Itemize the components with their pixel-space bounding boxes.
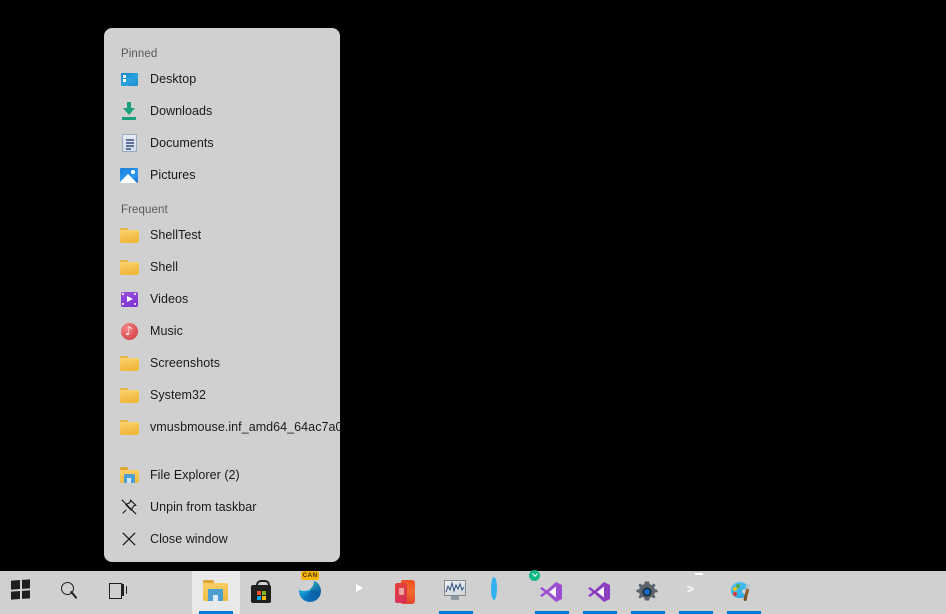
jumplist-item-label: Screenshots	[150, 356, 220, 370]
jumplist-action-label: Close window	[150, 532, 228, 546]
jumplist-item-label: System32	[150, 388, 206, 402]
folder-icon	[118, 384, 140, 406]
paint-icon	[731, 580, 757, 606]
videos-icon	[118, 288, 140, 310]
cortana-button[interactable]	[480, 571, 528, 614]
office-button[interactable]	[384, 571, 432, 614]
folder-icon	[118, 352, 140, 374]
unpin-icon-svg	[120, 498, 138, 516]
jumplist-item-videos[interactable]: Videos	[104, 283, 340, 315]
jumplist-item-label: Videos	[150, 292, 188, 306]
jumplist-actions-list: File Explorer (2) Unpin from taskbar	[104, 459, 340, 555]
pictures-icon	[118, 164, 140, 186]
jumplist-item-vmusbmouse[interactable]: vmusbmouse.inf_amd64_64ac7a0a...	[104, 411, 340, 443]
youtube-button[interactable]	[336, 571, 384, 614]
office-icon	[395, 580, 421, 606]
edge-icon	[155, 580, 181, 606]
edge-canary-button[interactable]: CAN	[288, 571, 336, 614]
jumplist-item-screenshots[interactable]: Screenshots	[104, 347, 340, 379]
unpin-icon	[118, 496, 140, 518]
windows-logo-icon	[11, 580, 37, 606]
youtube-icon	[347, 580, 373, 606]
jumplist-item-label: ShellTest	[150, 228, 201, 242]
search-button[interactable]	[48, 571, 96, 614]
folder-icon	[118, 224, 140, 246]
close-icon-svg	[120, 530, 138, 548]
jumplist-section-header-frequent: Frequent	[104, 202, 340, 219]
jumplist-action-close-window[interactable]: Close window	[104, 523, 340, 555]
jumplist-item-label: Pictures	[150, 168, 196, 182]
start-button[interactable]	[0, 571, 48, 614]
jumplist-item-music[interactable]: Music	[104, 315, 340, 347]
file-explorer-icon	[203, 580, 229, 606]
powershell-button[interactable]	[672, 571, 720, 614]
gear-glyph	[635, 580, 659, 604]
jumplist-section-gap	[104, 443, 340, 459]
jumplist-item-label: Desktop	[150, 72, 196, 86]
jumplist-item-label: Music	[150, 324, 183, 338]
perf-monitor-button[interactable]	[432, 571, 480, 614]
downloads-icon	[118, 100, 140, 122]
vs-button[interactable]	[576, 571, 624, 614]
cortana-icon	[491, 580, 517, 606]
search-icon	[59, 580, 85, 606]
file-explorer-icon	[118, 464, 140, 486]
jumplist-item-label: Shell	[150, 260, 178, 274]
store-icon	[251, 580, 277, 606]
jumplist-item-pictures[interactable]: Pictures	[104, 159, 340, 191]
folder-icon	[118, 416, 140, 438]
close-icon	[118, 528, 140, 550]
edge-canary-icon: CAN	[299, 580, 325, 606]
task-view-icon	[107, 580, 133, 606]
visual-studio-icon	[587, 580, 613, 606]
jumplist-item-system32[interactable]: System32	[104, 379, 340, 411]
jumplist-action-open-file-explorer[interactable]: File Explorer (2)	[104, 459, 340, 491]
folder-icon	[118, 256, 140, 278]
jumplist-item-shelltest[interactable]: ShellTest	[104, 219, 340, 251]
visual-studio-preview-icon	[539, 580, 565, 606]
jumplist-action-unpin-from-taskbar[interactable]: Unpin from taskbar	[104, 491, 340, 523]
jumplist-item-label: vmusbmouse.inf_amd64_64ac7a0a...	[150, 420, 340, 434]
jumplist-pinned-list: Desktop Downloads Documents Pictures	[104, 63, 340, 191]
jumplist-section-header-pinned: Pinned	[104, 46, 340, 63]
store-button[interactable]	[240, 571, 288, 614]
jumplist-action-label: File Explorer (2)	[150, 468, 240, 482]
jumplist-item-shell[interactable]: Shell	[104, 251, 340, 283]
music-icon	[118, 320, 140, 342]
jumplist-item-label: Downloads	[150, 104, 212, 118]
jumplist-item-desktop[interactable]: Desktop	[104, 63, 340, 95]
jumplist-item-documents[interactable]: Documents	[104, 127, 340, 159]
desktop-icon	[118, 68, 140, 90]
powershell-icon	[683, 580, 709, 606]
documents-icon	[118, 132, 140, 154]
taskbar: CAN	[0, 571, 946, 614]
jumplist-item-label: Documents	[150, 136, 214, 150]
edge-button[interactable]	[144, 571, 192, 614]
canary-channel-tag: CAN	[301, 571, 319, 580]
gear-icon	[635, 580, 661, 606]
vs-preview-button[interactable]	[528, 571, 576, 614]
jumplist-action-label: Unpin from taskbar	[150, 500, 257, 514]
taskbar-jump-list: Pinned Desktop Downloads Documents	[104, 28, 340, 562]
task-view-button[interactable]	[96, 571, 144, 614]
jumplist-frequent-list: ShellTest Shell Videos Music	[104, 219, 340, 443]
visual-studio-glyph	[587, 580, 611, 604]
performance-monitor-icon	[443, 580, 469, 606]
file-explorer-button[interactable]	[192, 571, 240, 614]
settings-gear-button[interactable]	[624, 571, 672, 614]
paint-button[interactable]	[720, 571, 768, 614]
jumplist-item-downloads[interactable]: Downloads	[104, 95, 340, 127]
